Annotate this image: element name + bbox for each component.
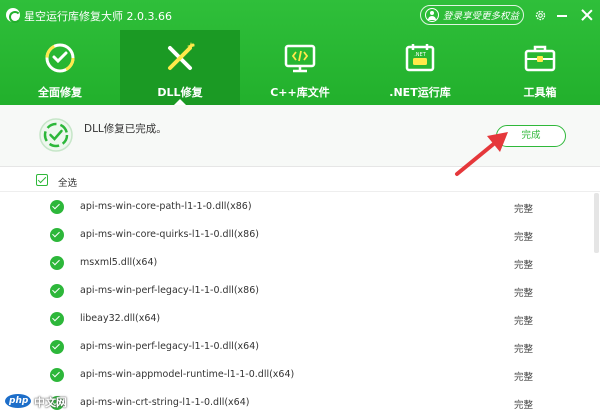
- dll-status: 完整: [514, 344, 534, 355]
- check-circle-icon: [50, 228, 64, 242]
- app-title: 星空运行库修复大师 2.0.3.66: [24, 10, 172, 23]
- dll-status: 完整: [514, 400, 534, 411]
- check-circle-icon: [50, 200, 64, 214]
- dll-name: api-ms-win-appmodel-runtime-l1-1-0.dll(x…: [80, 369, 295, 380]
- list-item: api-ms-win-perf-legacy-l1-1-0.dll(x64) 完…: [0, 333, 600, 361]
- app-header: 星空运行库修复大师 2.0.3.66 登录享受更多权益 全面修复 DLL修复 C…: [0, 0, 600, 105]
- title-bar: 星空运行库修复大师 2.0.3.66 登录享受更多权益: [0, 0, 600, 30]
- dll-name: api-ms-win-core-quirks-l1-1-0.dll(x86): [80, 229, 259, 240]
- app-logo-icon: [6, 8, 21, 23]
- dll-name: api-ms-win-crt-string-l1-1-0.dll(x64): [80, 397, 250, 408]
- check-circle-icon: [50, 284, 64, 298]
- refresh-shield-icon: [45, 43, 75, 73]
- dll-name: msxml5.dll(x64): [80, 257, 158, 268]
- dll-status: 完整: [514, 288, 534, 299]
- tab-dotnet-runtime[interactable]: .NET .NET运行库: [360, 30, 480, 105]
- select-all-row[interactable]: 全选: [0, 170, 600, 192]
- dll-list: api-ms-win-core-path-l1-1-0.dll(x86) 完整 …: [0, 193, 600, 412]
- list-item: msxml5.dll(x64) 完整: [0, 249, 600, 277]
- login-button[interactable]: 登录享受更多权益: [420, 5, 524, 25]
- list-item: api-ms-win-crt-string-l1-1-0.dll(x64) 完整: [0, 389, 600, 412]
- check-circle-icon: [50, 256, 64, 270]
- user-icon: [425, 8, 439, 22]
- close-icon[interactable]: [580, 8, 594, 22]
- list-scrollbar[interactable]: [594, 193, 599, 253]
- toolbox-icon: [524, 45, 556, 72]
- php-logo-icon: php: [4, 393, 32, 409]
- dll-name: api-ms-win-perf-legacy-l1-1-0.dll(x86): [80, 285, 259, 296]
- wrench-screwdriver-icon: [168, 42, 195, 70]
- main-nav: 全面修复 DLL修复 C++库文件 .NET .NET运行库 工具箱: [0, 30, 600, 105]
- check-circle-icon: [50, 368, 64, 382]
- list-item: api-ms-win-appmodel-runtime-l1-1-0.dll(x…: [0, 361, 600, 389]
- tab-label: DLL修复: [157, 86, 203, 99]
- tab-dll-repair[interactable]: DLL修复: [120, 30, 240, 105]
- code-monitor-icon: [284, 44, 316, 73]
- minimize-icon[interactable]: [557, 15, 567, 17]
- dll-status: 完整: [514, 204, 534, 215]
- check-circle-icon: [50, 312, 64, 326]
- select-all-checkbox[interactable]: [36, 174, 48, 186]
- dll-name: libeay32.dll(x64): [80, 313, 161, 324]
- select-all-label: 全选: [58, 178, 78, 189]
- svg-text:.NET: .NET: [414, 52, 426, 58]
- list-item: api-ms-win-core-path-l1-1-0.dll(x86) 完整: [0, 193, 600, 221]
- login-label: 登录享受更多权益: [443, 11, 520, 22]
- dotnet-calendar-icon: .NET: [405, 44, 435, 72]
- tab-cpp-libraries[interactable]: C++库文件: [240, 30, 360, 105]
- repair-complete-icon: [39, 118, 73, 152]
- status-message: DLL修复已完成。: [84, 123, 167, 135]
- tab-label: 全面修复: [38, 86, 82, 99]
- tab-full-repair[interactable]: 全面修复: [0, 30, 120, 105]
- dll-status: 完整: [514, 372, 534, 383]
- tab-label: C++库文件: [270, 86, 330, 99]
- dll-name: api-ms-win-core-path-l1-1-0.dll(x86): [80, 201, 252, 212]
- list-item: api-ms-win-perf-legacy-l1-1-0.dll(x86) 完…: [0, 277, 600, 305]
- tab-label: 工具箱: [523, 86, 557, 99]
- watermark-badge: php: [9, 396, 29, 406]
- dll-status: 完整: [514, 260, 534, 271]
- gear-icon[interactable]: [534, 9, 547, 22]
- site-watermark: php 中文网: [4, 393, 84, 411]
- dll-name: api-ms-win-perf-legacy-l1-1-0.dll(x64): [80, 341, 259, 352]
- watermark-text: 中文网: [34, 396, 67, 409]
- tab-toolbox[interactable]: 工具箱: [480, 30, 600, 105]
- dll-status: 完整: [514, 316, 534, 327]
- list-item: libeay32.dll(x64) 完整: [0, 305, 600, 333]
- list-item: api-ms-win-core-quirks-l1-1-0.dll(x86) 完…: [0, 221, 600, 249]
- check-circle-icon: [50, 340, 64, 354]
- tab-label: .NET运行库: [389, 86, 451, 99]
- dll-status: 完整: [514, 232, 534, 243]
